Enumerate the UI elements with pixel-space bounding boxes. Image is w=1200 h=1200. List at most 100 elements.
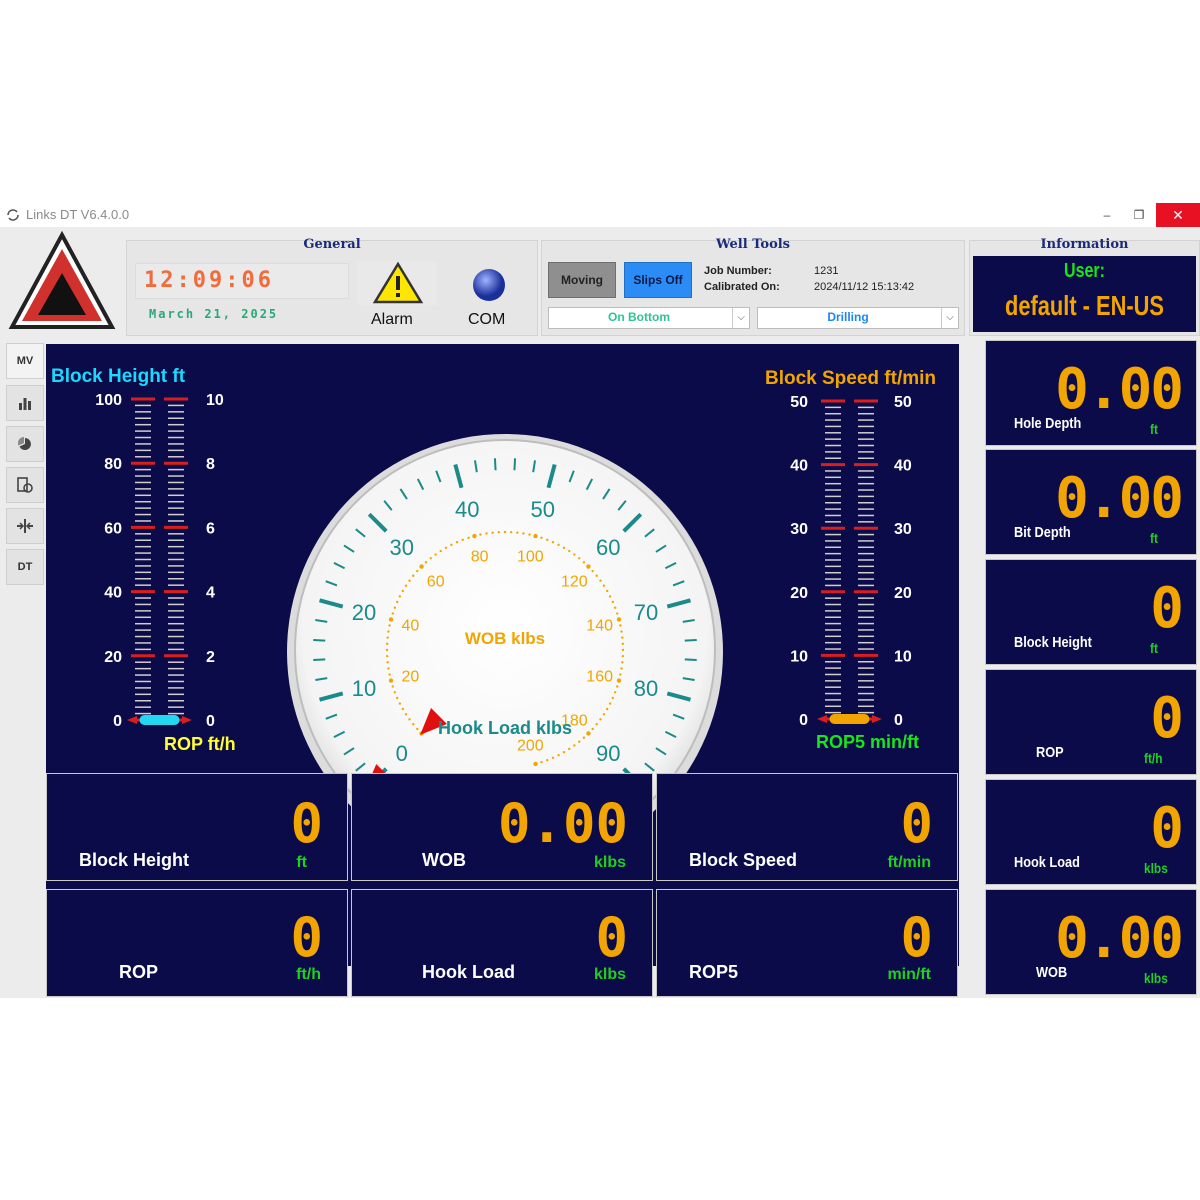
dial-inner-dot <box>401 589 405 593</box>
tab-report[interactable] <box>6 467 44 503</box>
dial-inner-label-tick: 120 <box>561 574 588 591</box>
dial-inner-dot <box>621 642 625 646</box>
level-pointer <box>829 714 870 724</box>
alarm-indicator[interactable] <box>357 261 437 305</box>
readout-cell: 0.00 WOB klbs <box>351 773 653 881</box>
readout-unit: klbs <box>593 854 626 871</box>
dial-inner-label-tick: 140 <box>586 618 613 635</box>
readout-cell: 0 Block Speed ft/min <box>656 773 958 881</box>
dial-inner-dot <box>503 530 507 534</box>
info-readout-value: 0 <box>1150 576 1184 641</box>
information-title: Information <box>1040 237 1129 252</box>
dial-inner-dot <box>611 600 614 604</box>
tab-dt[interactable]: DT <box>6 549 44 585</box>
dial-inner-dot <box>586 731 591 736</box>
pointer-arrow <box>127 716 137 724</box>
readout-label: ROP5 <box>689 962 739 982</box>
slips-button[interactable]: Slips Off <box>624 262 692 298</box>
dial-inner-dot <box>388 678 394 683</box>
dial-minor-tick <box>684 638 697 642</box>
clock-time: 12:09:06 <box>144 268 274 293</box>
user-panel: User: default - EN-US <box>973 256 1196 332</box>
scale-label: 50 <box>894 394 912 411</box>
position-select-value: On Bottom <box>608 310 670 324</box>
dial-minor-tick <box>313 658 326 662</box>
scale-label: 20 <box>790 585 808 602</box>
dial-inner-dot <box>396 696 399 700</box>
scale-label: 20 <box>894 585 912 602</box>
info-readout-value: 0.00 <box>1055 466 1184 531</box>
level-pointer <box>139 715 180 725</box>
dial-outer-label: Hook Load klbs <box>438 718 572 738</box>
dial-inner-dot <box>557 543 560 547</box>
tab-bar-chart[interactable] <box>6 385 44 421</box>
dial-outer-label-tick: 90 <box>596 741 620 766</box>
dial-inner-dot <box>605 707 609 711</box>
dial-inner-dot <box>533 761 538 767</box>
info-readout-label: Hole Depth <box>1014 415 1082 432</box>
tab-mv[interactable]: MV <box>6 343 44 379</box>
dial-inner-dot <box>412 574 415 577</box>
scale-label: 10 <box>894 648 912 665</box>
close-button[interactable]: ✕ <box>1156 203 1200 227</box>
dial-inner-dot <box>434 553 437 556</box>
dial-inner-dot <box>621 648 625 652</box>
logo-icon <box>8 231 116 329</box>
minimize-button[interactable]: – <box>1092 203 1122 227</box>
dial-inner-dot <box>568 549 571 553</box>
chevron-down-icon[interactable]: ⌵ <box>941 308 958 328</box>
dial-inner-dot <box>412 723 415 726</box>
dial-inner-dot <box>467 536 470 539</box>
info-readout-value: 0.00 <box>1055 357 1184 422</box>
moving-button[interactable]: Moving <box>548 262 616 298</box>
dial-outer-label-tick: 0 <box>396 741 408 766</box>
activity-select[interactable]: Drilling ⌵ <box>757 307 959 329</box>
scale-label: 4 <box>206 585 215 602</box>
dial-minor-tick <box>684 658 697 662</box>
scale-label: 0 <box>113 713 122 730</box>
title-bar: Links DT V6.4.0.0 – ❐ ✕ <box>0 203 1200 227</box>
com-status-icon[interactable] <box>471 267 507 303</box>
dial-outer-label-tick: 20 <box>352 600 376 625</box>
readout-value: 0 <box>900 906 933 969</box>
clock-display: 12:09:06 <box>135 263 349 299</box>
info-readout-cell: 0 ROP ft/h <box>985 669 1197 775</box>
dial-inner-dot <box>497 530 501 534</box>
user-value: default - EN-US <box>1005 290 1164 321</box>
tab-pie-chart[interactable] <box>6 426 44 462</box>
dial-inner-dot <box>419 564 424 569</box>
dial-inner-dot <box>605 589 609 593</box>
tab-adjust[interactable] <box>6 508 44 544</box>
dial-inner-dot <box>404 713 408 716</box>
dial-inner-dot <box>621 661 624 664</box>
info-readout-cell: 0.00 WOB klbs <box>985 889 1197 995</box>
com-label: COM <box>468 311 506 328</box>
dial-outer-label-tick: 30 <box>390 535 414 560</box>
dial-outer-label-tick: 80 <box>634 676 658 701</box>
scale-label: 8 <box>206 456 215 473</box>
scale-label: 30 <box>894 521 912 538</box>
scale-label: 10 <box>206 392 224 409</box>
info-readout-cell: 0.00 Hole Depth ft <box>985 340 1197 446</box>
info-readout-value: 0 <box>1150 796 1184 861</box>
job-number-value: 1231 <box>814 265 839 277</box>
dial-inner-dot <box>591 569 594 573</box>
maximize-button[interactable]: ❐ <box>1124 203 1154 227</box>
date-text: March 21, 2025 <box>149 307 279 321</box>
job-number-label: Job Number: <box>704 265 772 277</box>
chevron-down-icon[interactable]: ⌵ <box>732 308 749 328</box>
dial-inner-dot <box>611 696 614 700</box>
readout-value: 0 <box>900 792 933 855</box>
readout-cell: 0 Hook Load klbs <box>351 889 653 997</box>
info-readout-unit: klbs <box>1144 860 1168 876</box>
position-select[interactable]: On Bottom ⌵ <box>548 307 750 329</box>
dial-inner-dot <box>491 531 494 534</box>
dial-outer-label-tick: 10 <box>352 676 376 701</box>
dial-inner-dot <box>429 557 432 560</box>
scale-label: 0 <box>799 712 808 729</box>
dial-inner-dot <box>621 654 625 658</box>
scale-label: 0 <box>206 713 215 730</box>
app-icon <box>7 209 19 221</box>
dial-inner-dot <box>616 612 619 615</box>
dial-inner-dot <box>620 667 623 670</box>
